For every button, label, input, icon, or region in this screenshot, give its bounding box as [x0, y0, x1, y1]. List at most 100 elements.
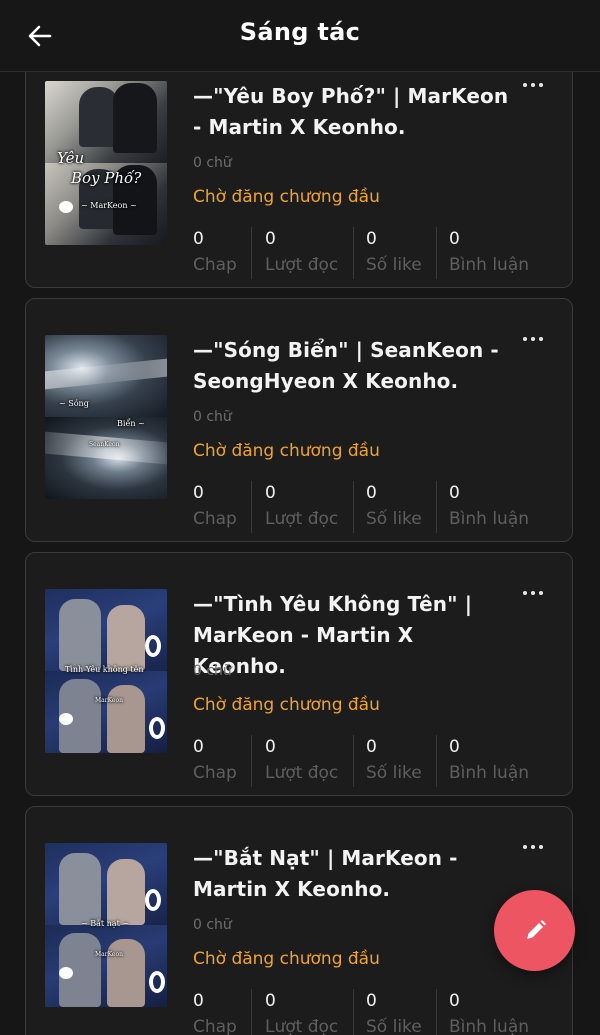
stat-label: Số like [366, 509, 422, 529]
stat-value: 0 [449, 991, 460, 1011]
app-header: Sáng tác [0, 0, 600, 72]
cover-text-line: Yêu [57, 149, 85, 167]
divider [353, 989, 354, 1035]
more-horizontal-icon [523, 337, 527, 341]
cover-text-line: Tình Yêu không tên [65, 665, 144, 674]
status-label: Chờ đăng chương đầu [193, 441, 380, 461]
stat-label: Lượt đọc [265, 509, 339, 529]
stat-comments: 0 Bình luận [449, 989, 529, 1035]
cover-photo-bottom [45, 417, 167, 499]
story-title[interactable]: —"Tình Yêu Không Tên" | MarKeon - Martin… [193, 589, 513, 682]
stat-value: 0 [265, 737, 276, 757]
divider [353, 227, 354, 279]
stat-comments: 0 Bình luận [449, 735, 529, 789]
more-options-button[interactable] [518, 329, 548, 349]
story-title[interactable]: —"Bắt Nạt" | MarKeon - Martin X Keonho. [193, 843, 513, 905]
word-count: 0 chữ [193, 409, 232, 425]
story-list: Yêu Boy Phố? ~ MarKeon ~ —"Yêu Boy Phố?"… [25, 44, 575, 1035]
stat-label: Bình luận [449, 1017, 530, 1035]
status-label: Chờ đăng chương đầu [193, 187, 380, 207]
more-options-button[interactable] [518, 837, 548, 857]
more-horizontal-icon [523, 845, 527, 849]
speech-bubble-icon [59, 201, 73, 213]
story-stats: 0 Chap 0 Lượt đọc 0 Số like 0 Bình luận [193, 227, 553, 281]
stat-label: Chap [193, 509, 237, 529]
divider [251, 735, 252, 787]
cover-text-line: Boy Phố? [71, 169, 142, 187]
stat-label: Số like [366, 255, 422, 275]
more-horizontal-icon [523, 83, 527, 87]
divider [436, 735, 437, 787]
more-options-button[interactable] [518, 583, 548, 603]
stat-label: Bình luận [449, 255, 530, 275]
story-card[interactable]: ~ Bắt nạt ~ MarKeon —"Bắt Nạt" | MarKeon… [25, 806, 573, 1035]
divider [251, 989, 252, 1035]
stat-chap: 0 Chap [193, 735, 237, 789]
stat-chap: 0 Chap [193, 989, 237, 1035]
story-title[interactable]: —"Yêu Boy Phố?" | MarKeon - Martin X Keo… [193, 81, 513, 143]
stat-value: 0 [193, 483, 204, 503]
story-stats: 0 Chap 0 Lượt đọc 0 Số like 0 Bình luận [193, 735, 553, 789]
stat-label: Lượt đọc [265, 763, 339, 783]
cover-text-line: SeanKeon [89, 441, 120, 448]
stat-value: 0 [366, 229, 377, 249]
story-title[interactable]: —"Sóng Biển" | SeanKeon - SeongHyeon X K… [193, 335, 513, 397]
stat-label: Chap [193, 255, 237, 275]
stat-reads: 0 Lượt đọc [265, 481, 338, 535]
stat-chap: 0 Chap [193, 481, 237, 535]
cover-photo-top [45, 589, 167, 671]
word-count: 0 chữ [193, 917, 232, 933]
cover-photo-bottom [45, 925, 167, 1007]
stat-reads: 0 Lượt đọc [265, 735, 338, 789]
story-card[interactable]: Tình Yêu không tên MarKeon —"Tình Yêu Kh… [25, 552, 573, 796]
stat-value: 0 [265, 229, 276, 249]
stat-value: 0 [449, 737, 460, 757]
stat-label: Lượt đọc [265, 255, 339, 275]
stat-value: 0 [366, 991, 377, 1011]
story-cover: ~ Sóng Biển ~ SeanKeon [45, 335, 167, 499]
divider [436, 227, 437, 279]
stat-reads: 0 Lượt đọc [265, 227, 338, 281]
status-label: Chờ đăng chương đầu [193, 949, 380, 969]
stat-label: Chap [193, 1017, 237, 1035]
speech-bubble-icon [59, 713, 73, 725]
story-stats: 0 Chap 0 Lượt đọc 0 Số like 0 Bình luận [193, 989, 553, 1035]
story-card[interactable]: Yêu Boy Phố? ~ MarKeon ~ —"Yêu Boy Phố?"… [25, 44, 573, 288]
stat-value: 0 [265, 991, 276, 1011]
stat-likes: 0 Số like [366, 481, 422, 535]
stat-chap: 0 Chap [193, 227, 237, 281]
divider [251, 227, 252, 279]
divider [436, 481, 437, 533]
cover-photo-top [45, 843, 167, 925]
stat-value: 0 [449, 483, 460, 503]
divider [353, 735, 354, 787]
story-cover: Yêu Boy Phố? ~ MarKeon ~ [45, 81, 167, 245]
cover-text-line: MarKeon [95, 697, 123, 704]
stat-value: 0 [366, 483, 377, 503]
divider [353, 481, 354, 533]
speech-bubble-icon [59, 967, 73, 979]
stat-value: 0 [366, 737, 377, 757]
more-options-button[interactable] [518, 75, 548, 95]
stat-value: 0 [193, 737, 204, 757]
cover-text-line: ~ Bắt nạt ~ [81, 919, 130, 928]
word-count: 0 chữ [193, 155, 232, 171]
stat-value: 0 [265, 483, 276, 503]
story-stats: 0 Chap 0 Lượt đọc 0 Số like 0 Bình luận [193, 481, 553, 535]
word-count: 0 chữ [193, 663, 232, 679]
stat-label: Bình luận [449, 763, 530, 783]
cover-photo-bottom [45, 671, 167, 753]
page-title: Sáng tác [239, 18, 361, 46]
more-horizontal-icon [523, 591, 527, 595]
story-cover: Tình Yêu không tên MarKeon [45, 589, 167, 753]
app-root: Sáng tác Yêu Boy Phố? ~ MarKeon ~ —"Yêu … [0, 0, 600, 1035]
story-card[interactable]: ~ Sóng Biển ~ SeanKeon —"Sóng Biển" | Se… [25, 298, 573, 542]
cover-text-line: Biển ~ [117, 419, 145, 428]
divider [251, 481, 252, 533]
stat-likes: 0 Số like [366, 227, 422, 281]
story-cover: ~ Bắt nạt ~ MarKeon [45, 843, 167, 1007]
stat-value: 0 [193, 229, 204, 249]
write-story-button[interactable] [494, 890, 575, 971]
stat-label: Số like [366, 763, 422, 783]
cover-text-line: ~ Sóng [59, 399, 89, 408]
